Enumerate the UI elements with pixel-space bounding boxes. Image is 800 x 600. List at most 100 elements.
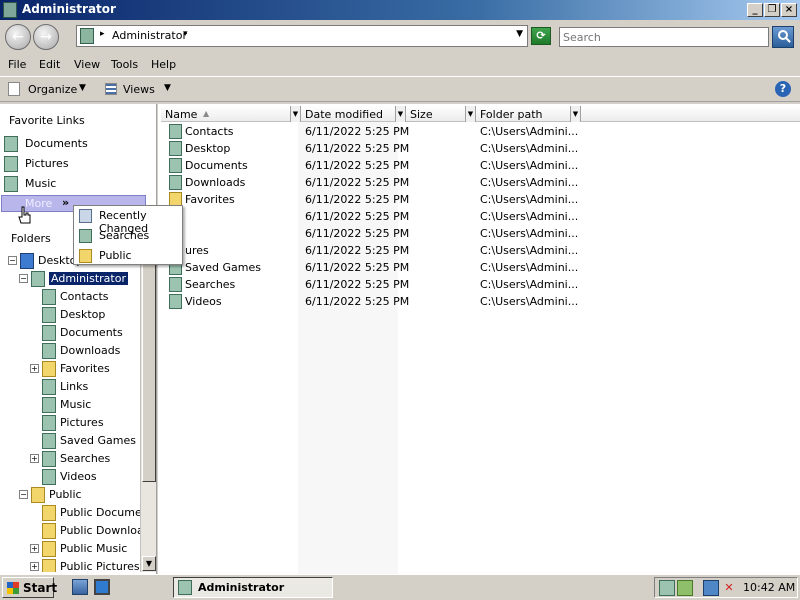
search-button[interactable] <box>772 26 794 48</box>
expand-icon[interactable]: + <box>30 454 39 463</box>
tree-item[interactable]: + Favorites <box>0 360 140 378</box>
menu-help[interactable]: Help <box>151 58 176 71</box>
favorite-link-documents[interactable]: Documents <box>4 135 154 153</box>
favorite-link-pictures[interactable]: Pictures <box>4 155 154 173</box>
scroll-down-icon[interactable]: ▼ <box>142 556 156 571</box>
column-header-folder-path[interactable]: Folder path ▼ <box>476 106 581 122</box>
search-input[interactable] <box>559 27 769 47</box>
folder-icon <box>169 277 182 292</box>
forward-button[interactable]: → <box>33 24 59 50</box>
column-header-name[interactable]: Name ▲ ▼ <box>161 106 301 122</box>
file-row[interactable]: Contacts 6/11/2022 5:25 PM C:\Users\Admini… <box>161 123 581 140</box>
collapse-icon[interactable]: − <box>19 490 28 499</box>
breadcrumb-arrow-icon[interactable]: ▾ <box>183 29 188 39</box>
scrollbar-thumb[interactable] <box>142 252 156 482</box>
tree-item-label: Documents <box>60 326 123 339</box>
column-filter-dropdown-icon[interactable]: ▼ <box>465 106 475 122</box>
menu-view[interactable]: View <box>74 58 100 71</box>
server-manager-icon[interactable] <box>72 579 88 595</box>
taskbar-button-administrator[interactable]: Administrator <box>173 577 333 598</box>
column-filter-dropdown-icon[interactable]: ▼ <box>290 106 300 122</box>
popup-item-recently-changed[interactable]: Recently Changed <box>74 206 182 235</box>
collapse-icon[interactable]: − <box>19 274 28 283</box>
file-row[interactable]: Favorites 6/11/2022 5:25 PM C:\Users\Admin… <box>161 191 581 208</box>
popup-item-searches[interactable]: Searches <box>74 226 182 246</box>
menu-edit[interactable]: Edit <box>39 58 60 71</box>
start-button[interactable]: Start <box>2 577 58 598</box>
folder-icon <box>42 451 56 467</box>
tree-item[interactable]: + Searches <box>0 450 140 468</box>
favorite-link-music[interactable]: Music <box>4 175 154 193</box>
tree-item[interactable]: Public Downloads <box>0 522 140 540</box>
expand-icon[interactable]: + <box>30 364 39 373</box>
minimize-button[interactable]: _ <box>747 3 763 17</box>
file-row[interactable]: 6/11/2022 5:25 PM C:\Users\Admini... <box>161 208 581 225</box>
shield-tray-icon[interactable] <box>677 580 693 596</box>
column-header-date-modified[interactable]: Date modified ▼ <box>301 106 406 122</box>
volume-muted-icon[interactable]: ✕ <box>721 580 737 596</box>
file-row[interactable]: Videos 6/11/2022 5:25 PM C:\Users\Admini..… <box>161 293 581 310</box>
file-row[interactable]: 6/11/2022 5:25 PM C:\Users\Admini... <box>161 225 581 242</box>
file-row[interactable]: Downloads 6/11/2022 5:25 PM C:\Users\Admin… <box>161 174 581 191</box>
start-label: Start <box>23 581 58 595</box>
column-filter-dropdown-icon[interactable]: ▼ <box>395 106 405 122</box>
menu-tools[interactable]: Tools <box>111 58 138 71</box>
file-row[interactable]: Documents 6/11/2022 5:25 PM C:\Users\Admin… <box>161 157 581 174</box>
file-name: Videos <box>185 295 222 308</box>
back-button[interactable]: ← <box>5 24 31 50</box>
favorite-links-heading: Favorite Links <box>9 114 85 127</box>
tree-scrollbar[interactable]: ▼ <box>140 252 156 572</box>
views-button[interactable]: Views <box>123 83 155 96</box>
organize-dropdown-icon[interactable]: ▼ <box>79 83 86 93</box>
favorite-link-label: Pictures <box>25 157 69 170</box>
tree-item[interactable]: Saved Games <box>0 432 140 450</box>
tree-item[interactable]: Documents <box>0 324 140 342</box>
column-header-size[interactable]: Size ▼ <box>406 106 476 122</box>
tree-item[interactable]: Links <box>0 378 140 396</box>
tree-item[interactable]: Public Documents <box>0 504 140 522</box>
refresh-button[interactable]: ⟳ <box>531 27 551 45</box>
tree-item[interactable]: Contacts <box>0 288 140 306</box>
tree-item[interactable]: Downloads <box>0 342 140 360</box>
file-row[interactable]: Searches 6/11/2022 5:25 PM C:\Users\Admini… <box>161 276 581 293</box>
views-dropdown-icon[interactable]: ▼ <box>164 83 171 93</box>
help-icon[interactable]: ? <box>775 81 791 97</box>
column-filter-dropdown-icon[interactable]: ▼ <box>570 106 580 122</box>
tree-item[interactable]: Desktop <box>0 306 140 324</box>
file-row[interactable]: ures 6/11/2022 5:25 PM C:\Users\Admini... <box>161 242 581 259</box>
file-folder-path: C:\Users\Admini... <box>480 193 579 206</box>
tree-item[interactable]: Pictures <box>0 414 140 432</box>
clock[interactable]: 10:42 AM <box>743 581 795 594</box>
tree-item[interactable]: + Public Music <box>0 540 140 558</box>
file-row[interactable]: Saved Games 6/11/2022 5:25 PM C:\Users\Adm… <box>161 259 581 276</box>
folders-heading[interactable]: Folders <box>11 232 51 245</box>
menu-file[interactable]: File <box>8 58 26 71</box>
tree-item[interactable]: + Public Pictures <box>0 558 140 572</box>
tree-item[interactable]: − Administrator <box>0 270 140 288</box>
tree-item-label: Videos <box>60 470 97 483</box>
expand-icon[interactable]: + <box>30 562 39 571</box>
show-desktop-icon[interactable] <box>94 579 110 595</box>
popup-item-public[interactable]: Public <box>74 246 182 266</box>
favorite-link-label: Documents <box>25 137 88 150</box>
breadcrumb-arrow-icon[interactable]: ▸ <box>100 29 105 39</box>
address-history-dropdown-icon[interactable]: ▼ <box>516 29 523 39</box>
breadcrumb-location[interactable]: Administrator <box>112 29 187 42</box>
file-name: Desktop <box>185 142 231 155</box>
tree-item[interactable]: Videos <box>0 468 140 486</box>
close-button[interactable]: × <box>781 3 797 17</box>
maximize-button[interactable]: ❐ <box>764 3 780 17</box>
tree-item-label: Links <box>60 380 89 393</box>
file-row[interactable]: Desktop 6/11/2022 5:25 PM C:\Users\Admini.… <box>161 140 581 157</box>
tree-item[interactable]: − Public <box>0 486 140 504</box>
expand-icon[interactable]: + <box>30 544 39 553</box>
organize-button[interactable]: Organize <box>28 83 77 96</box>
column-headers: Name ▲ ▼ Date modified ▼ Size ▼ Folder p… <box>161 106 800 122</box>
security-tray-icon[interactable] <box>659 580 675 596</box>
network-tray-icon[interactable] <box>703 580 719 596</box>
tree-item[interactable]: Music <box>0 396 140 414</box>
address-bar[interactable]: ▸ Administrator ▾ ▼ <box>76 25 528 47</box>
collapse-icon[interactable]: − <box>8 256 17 265</box>
file-name: ures <box>185 244 209 257</box>
title-bar[interactable]: Administrator _ ❐ × <box>0 0 800 20</box>
